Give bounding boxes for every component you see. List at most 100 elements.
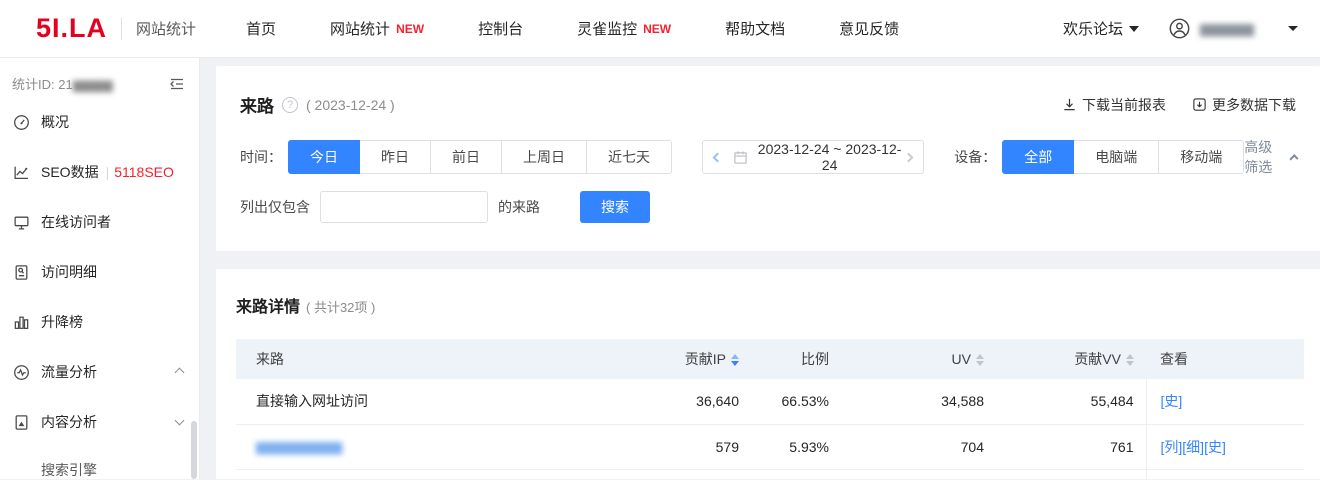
- advanced-filter-label: 高级筛选: [1244, 137, 1283, 177]
- view-cell: [列][细][史]: [1146, 469, 1304, 479]
- nav-lingque-monitor-label: 灵雀监控: [577, 18, 637, 39]
- time-option-yesterday[interactable]: 昨日: [359, 140, 431, 174]
- detail-link[interactable]: [细]: [1182, 439, 1204, 455]
- date-range-value: 2023-12-24 ~ 2023-12-24: [754, 141, 905, 173]
- document-icon: [13, 264, 30, 281]
- section-title: 来路详情: [236, 293, 300, 317]
- next-date-icon[interactable]: [904, 152, 914, 162]
- date-range-picker[interactable]: 2023-12-24 ~ 2023-12-24: [702, 140, 924, 174]
- download-current-report-button[interactable]: 下载当前报表: [1062, 95, 1166, 115]
- time-option-today[interactable]: 今日: [288, 140, 360, 174]
- search-button[interactable]: 搜索: [580, 191, 650, 223]
- download-icon: [1062, 97, 1077, 112]
- table-row: 直接输入网址访问 36,640 66.53% 34,588 55,484 [史]: [236, 379, 1304, 424]
- vv-cell: 55,484: [996, 379, 1146, 424]
- chevron-down-icon: [175, 416, 185, 426]
- device-option-pc[interactable]: 电脑端: [1073, 140, 1159, 174]
- sidebar-item-label: 在线访问者: [41, 212, 111, 232]
- list-link[interactable]: [列]: [1161, 439, 1183, 455]
- device-option-all[interactable]: 全部: [1002, 140, 1074, 174]
- sidebar-item-seo-data[interactable]: SEO数据 | 5118SEO: [0, 147, 199, 197]
- col-vv-label: 贡献VV: [1074, 351, 1121, 367]
- nav-console[interactable]: 控制台: [478, 18, 523, 39]
- sidebar-item-overview[interactable]: 概况: [0, 97, 199, 147]
- table-row: ▆▆▆▆▆▆▆▆ 579 5.93% 704 761 [列][细][史]: [236, 424, 1304, 469]
- 51la-logo[interactable]: 5I.LA: [36, 13, 107, 44]
- sidebar: 统计ID: 21▆▆▆▆ 概况 SEO数据 |: [0, 58, 200, 479]
- nav-site-stats-label: 网站统计: [330, 18, 390, 39]
- table-row: www.▆▆▆▆▆.com 432 3.33% 564 625 [列][细][史…: [236, 469, 1304, 479]
- help-icon[interactable]: ?: [282, 97, 298, 113]
- sidebar-collapse-icon[interactable]: [169, 76, 185, 92]
- sidebar-item-search-engine[interactable]: 搜索引擎: [0, 447, 199, 480]
- sort-icon-vv[interactable]: [1126, 354, 1134, 366]
- sidebar-item-visit-detail[interactable]: 访问明细: [0, 247, 199, 297]
- sidebar-item-content-analysis[interactable]: 内容分析: [0, 397, 199, 447]
- time-option-last-sunday[interactable]: 上周日: [501, 140, 587, 174]
- sidebar-item-label: 搜索引擎: [41, 460, 97, 480]
- user-avatar-icon[interactable]: [1169, 18, 1190, 39]
- main-nav: 首页 网站统计 NEW 控制台 灵雀监控 NEW 帮助文档 意见反馈: [246, 18, 953, 39]
- sort-icon-ip[interactable]: [731, 354, 739, 366]
- history-link[interactable]: [史]: [1204, 439, 1226, 455]
- 5118seo-link[interactable]: 5118SEO: [114, 164, 174, 180]
- col-uv-label: UV: [952, 351, 971, 367]
- view-cell: [史]: [1146, 379, 1304, 424]
- ip-cell: 579: [626, 424, 751, 469]
- content-page-icon: [13, 414, 30, 431]
- total-count-note: ( 共计32项 ): [306, 297, 375, 316]
- contain-keyword-input[interactable]: [320, 191, 488, 223]
- time-option-day-before[interactable]: 前日: [430, 140, 502, 174]
- nav-site-stats[interactable]: 网站统计 NEW: [330, 18, 424, 39]
- source-cell: ▆▆▆▆▆▆▆▆: [236, 424, 626, 469]
- nav-feedback[interactable]: 意见反馈: [839, 18, 899, 39]
- nav-feedback-label: 意见反馈: [839, 18, 899, 39]
- username-masked[interactable]: ▆▆▆▆▆: [1200, 20, 1282, 37]
- nav-help-docs[interactable]: 帮助文档: [725, 18, 785, 39]
- download-current-label: 下载当前报表: [1082, 95, 1166, 115]
- history-link[interactable]: [史]: [1161, 393, 1183, 409]
- prev-date-icon[interactable]: [713, 152, 723, 162]
- nav-home[interactable]: 首页: [246, 18, 276, 39]
- device-option-mobile[interactable]: 移动端: [1158, 140, 1244, 174]
- advanced-filter-toggle[interactable]: 高级筛选: [1244, 137, 1296, 177]
- col-ip-label: 贡献IP: [685, 351, 726, 367]
- chevron-right-icon: [175, 367, 185, 377]
- sort-icon-uv[interactable]: [976, 354, 984, 366]
- col-ratio-header: 比例: [751, 339, 841, 379]
- download-more-label: 更多数据下载: [1212, 95, 1296, 115]
- forum-dropdown[interactable]: 欢乐论坛: [1063, 18, 1139, 39]
- masked-referrer-link[interactable]: ▆▆▆▆▆▆▆▆: [256, 438, 342, 454]
- sidebar-item-online-visitors[interactable]: 在线访问者: [0, 197, 199, 247]
- ratio-cell: 5.93%: [751, 424, 841, 469]
- source-cell: www.▆▆▆▆▆.com: [236, 469, 626, 479]
- logo-divider: [121, 18, 122, 40]
- product-name: 网站统计: [136, 18, 196, 39]
- view-cell: [列][细][史]: [1146, 424, 1304, 469]
- new-badge: NEW: [643, 22, 671, 36]
- device-button-group: 全部 电脑端 移动端: [1002, 140, 1244, 174]
- nav-home-label: 首页: [246, 18, 276, 39]
- col-uv-header[interactable]: UV: [841, 339, 996, 379]
- uv-cell: 564: [841, 469, 996, 479]
- time-filter-label: 时间：: [240, 147, 282, 167]
- new-badge: NEW: [396, 22, 424, 36]
- sidebar-item-label: 访问明细: [41, 262, 97, 282]
- more-data-download-button[interactable]: 更多数据下载: [1192, 95, 1296, 115]
- sidebar-item-traffic-analysis[interactable]: 流量分析: [0, 347, 199, 397]
- col-ip-header[interactable]: 贡献IP: [626, 339, 751, 379]
- col-vv-header[interactable]: 贡献VV: [996, 339, 1146, 379]
- caret-down-icon[interactable]: [1288, 26, 1298, 31]
- contain-prefix-label: 列出仅包含: [240, 197, 310, 217]
- col-view-header: 查看: [1146, 339, 1304, 379]
- vv-cell: 761: [996, 424, 1146, 469]
- uv-cell: 704: [841, 424, 996, 469]
- ip-cell: 36,640: [626, 379, 751, 424]
- main-content: 来路 ? ( 2023-12-24 ) 下载当前报表 更多数据下载: [200, 58, 1320, 479]
- nav-help-docs-label: 帮助文档: [725, 18, 785, 39]
- time-option-last-7-days[interactable]: 近七天: [586, 140, 672, 174]
- sidebar-scrollbar[interactable]: [191, 421, 197, 479]
- sidebar-item-rank-changes[interactable]: 升降榜: [0, 297, 199, 347]
- nav-lingque-monitor[interactable]: 灵雀监控 NEW: [577, 18, 671, 39]
- calendar-icon: [733, 150, 748, 165]
